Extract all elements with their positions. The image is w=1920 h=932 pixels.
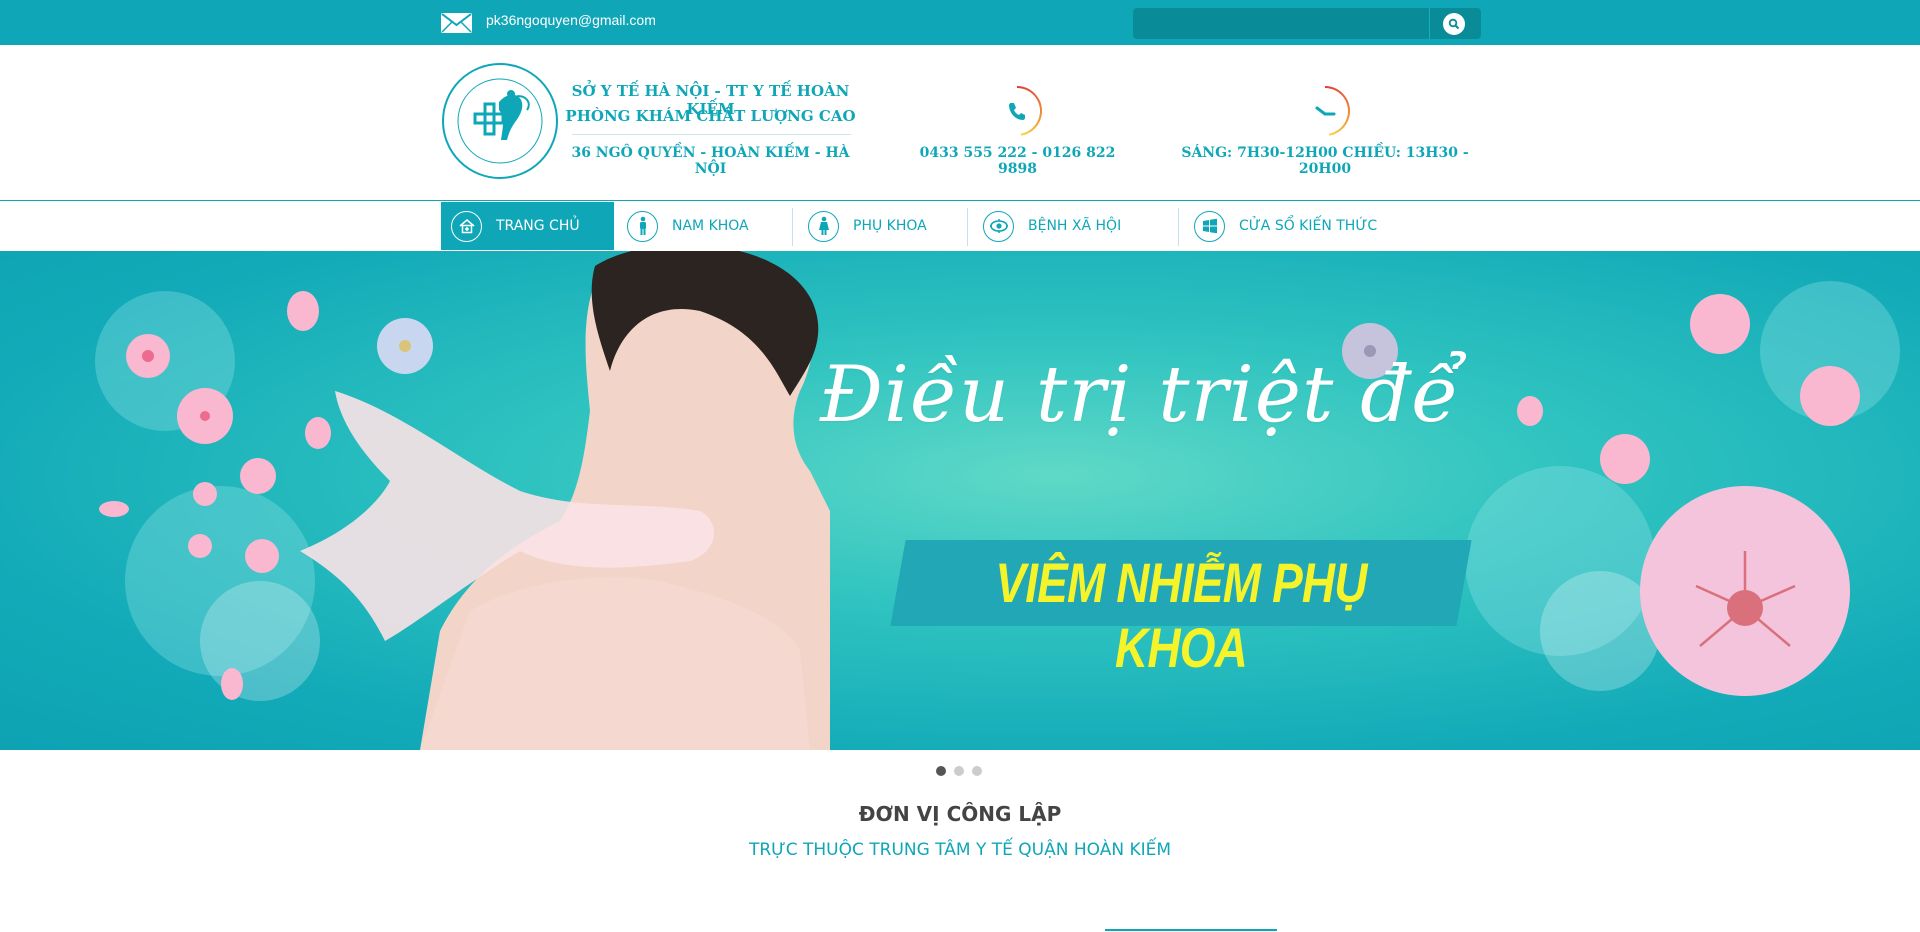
nav-label-home: TRANG CHỦ — [496, 218, 580, 234]
search-divider — [1429, 8, 1430, 39]
slider-dots — [936, 766, 982, 776]
contact-email[interactable]: pk36ngoquyen@gmail.com — [486, 12, 656, 28]
clock-icon — [1300, 86, 1350, 136]
nav-item-benh-xa-hoi[interactable]: BỆNH XÃ HỘI — [973, 202, 1173, 250]
section-underline — [1105, 929, 1277, 931]
nav-item-phu-khoa[interactable]: PHỤ KHOA — [798, 202, 968, 250]
nav-label-phu-khoa: PHỤ KHOA — [853, 218, 927, 234]
search-input[interactable] — [1133, 8, 1429, 39]
search-button[interactable] — [1443, 13, 1465, 35]
nav-item-nam-khoa[interactable]: NAM KHOA — [617, 202, 792, 250]
hotline-numbers[interactable]: 0433 555 222 - 0126 822 9898 — [900, 145, 1135, 177]
male-icon — [627, 210, 658, 242]
opening-hours: SÁNG: 7H30-12H00 CHIỀU: 13H30 - 20H00 — [1181, 145, 1469, 177]
female-icon — [808, 210, 839, 242]
nav-label-nam-khoa: NAM KHOA — [672, 218, 749, 234]
org-subtitle: PHÒNG KHÁM CHẤT LƯỢNG CAO — [565, 107, 856, 125]
main-nav: TRANG CHỦ NAM KHOA PHỤ KHOA BỆNH XÃ HỘI … — [0, 202, 1920, 251]
header-divider — [572, 134, 851, 135]
nav-separator — [1178, 208, 1179, 246]
nav-item-cua-so-kien-thuc[interactable]: CỬA SỔ KIẾN THỨC — [1184, 202, 1424, 250]
banner-script-title: Điều trị triệt để — [820, 350, 1461, 440]
mail-icon — [441, 13, 472, 33]
top-bar: pk36ngoquyen@gmail.com — [0, 0, 1920, 45]
section-title: ĐƠN VỊ CÔNG LẬP — [858, 802, 1062, 826]
nav-item-home[interactable]: TRANG CHỦ — [441, 202, 614, 250]
section-subtitle: TRỰC THUỘC TRUNG TÂM Y TẾ QUẬN HOÀN KIẾM — [748, 840, 1172, 860]
nav-label-benh-xa-hoi: BỆNH XÃ HỘI — [1028, 218, 1122, 234]
banner-promo-text: VIÊM NHIỄM PHỤ KHOA — [995, 551, 1367, 679]
windows-icon — [1194, 210, 1225, 242]
home-icon — [451, 210, 482, 242]
search-box — [1133, 8, 1481, 39]
clinic-address: 36 NGÔ QUYỀN - HOÀN KIẾM - HÀ NỘI — [571, 145, 850, 177]
search-icon — [1448, 18, 1460, 30]
phone-icon — [992, 86, 1042, 136]
slider-dot-2[interactable] — [954, 766, 964, 776]
clinic-logo[interactable] — [441, 62, 559, 180]
slider-dot-1[interactable] — [936, 766, 946, 776]
slider-dot-3[interactable] — [972, 766, 982, 776]
virus-icon — [983, 210, 1014, 242]
nav-label-cua-so-kien-thuc: CỬA SỔ KIẾN THỨC — [1239, 218, 1378, 234]
nav-separator — [792, 208, 793, 246]
nav-separator — [967, 208, 968, 246]
site-header — [0, 45, 1920, 201]
